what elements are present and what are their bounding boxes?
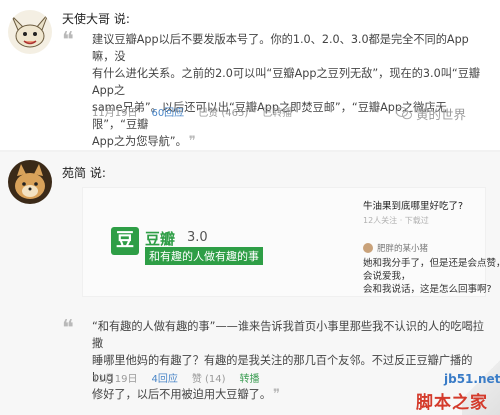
repost-button[interactable]: 已转播 — [262, 104, 292, 119]
comment-text: 建议豆瓣App以后不要发版本号了。你的1.0、2.0、3.0都是完全不同的App… — [92, 31, 482, 150]
close-quote-icon: ❞ — [273, 387, 281, 402]
mini-avatar — [363, 243, 373, 253]
mini-username: 肥胖的某小猪 — [377, 244, 429, 254]
watermark-text: 黄的世界 — [416, 107, 467, 122]
app-name: 豆瓣 — [145, 230, 176, 248]
repost-button[interactable]: 转播 — [240, 370, 260, 385]
avatar[interactable] — [8, 160, 52, 204]
app-version: 3.0 — [187, 230, 208, 245]
replies-link[interactable]: 4回应 — [151, 370, 177, 385]
comment-line: 建议豆瓣App以后不要发版本号了。你的1.0、2.0、3.0都是完全不同的App… — [92, 33, 469, 63]
comment-line: App之为您导航”。 ❞ — [92, 134, 196, 149]
post-item: 天使大哥 说: ❝ 建议豆瓣App以后不要发版本号了。你的1.0、2.0、3.0… — [0, 0, 500, 150]
post-date: 11月19日 — [92, 374, 138, 385]
mini-user: 肥胖的某小猪 — [363, 242, 428, 254]
open-quote-icon: ❝ — [62, 316, 74, 341]
watermark-site-cn: 脚本之家 — [416, 393, 488, 413]
username[interactable]: 天使大哥 说: — [62, 10, 130, 27]
mini-answer-line: 会和我说话，这是怎么回事啊? — [363, 284, 492, 295]
watermark-site: jb51.net — [444, 372, 500, 386]
avatar[interactable] — [8, 10, 52, 54]
embedded-screenshot: 豆 豆瓣 3.0 和有趣的人做有趣的事 牛油果到底哪里好吃了? 12人关注 · … — [82, 187, 500, 297]
comment-line: 有什么进化关系。之前的2.0可以叫“豆瓣App之豆列无敌”，现在的3.0叫“豆瓣… — [92, 67, 481, 97]
close-quote-icon: ❞ — [188, 134, 196, 149]
like-button[interactable]: 赞 (14) — [192, 370, 226, 385]
douban-logo-icon: 豆 — [111, 227, 139, 255]
watermark-wechat: 黄的世界 — [396, 104, 466, 123]
post-date: 11月19日 — [92, 108, 138, 119]
mini-answer-line: 她和我分手了，但是还是会点赞，会说爱我， — [363, 258, 500, 282]
like-button[interactable]: 已赞 (465) — [198, 104, 248, 119]
open-quote-icon: ❝ — [62, 28, 74, 53]
mini-question: 牛油果到底哪里好吃了? — [363, 201, 464, 212]
mini-answer: 她和我分手了，但是还是会点赞，会说爱我， 会和我说话，这是怎么回事啊? — [363, 257, 500, 296]
comment-line: “和有趣的人做有趣的事”——谁来告诉我首页小事里那些我不认识的人的吃喝拉撒 — [92, 320, 484, 350]
post-meta: 11月19日 60回应 已赞 (465) 已转播 — [92, 104, 292, 119]
wechat-icon — [396, 107, 412, 120]
app-slogan: 和有趣的人做有趣的事 — [145, 247, 263, 265]
post-meta: 11月19日 4回应 赞 (14) 转播 — [92, 370, 260, 385]
username[interactable]: 苑简 说: — [62, 164, 106, 181]
mini-meta: 12人关注 · 下载过 — [363, 216, 429, 225]
replies-link[interactable]: 60回应 — [151, 104, 184, 119]
